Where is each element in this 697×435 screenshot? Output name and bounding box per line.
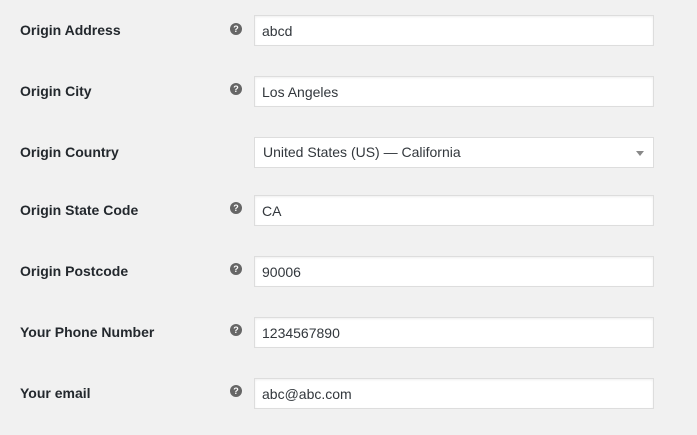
origin-country-label: Origin Country [20, 144, 119, 160]
origin-postcode-input[interactable] [254, 256, 654, 287]
help-icon[interactable]: ? [230, 83, 242, 95]
email-input[interactable] [254, 378, 654, 409]
origin-country-select[interactable]: United States (US) — California [254, 137, 654, 168]
origin-city-input[interactable] [254, 76, 654, 107]
email-label: Your email [20, 385, 91, 401]
help-icon[interactable]: ? [230, 202, 242, 214]
phone-number-input[interactable] [254, 317, 654, 348]
origin-state-code-input[interactable] [254, 195, 654, 226]
help-icon[interactable]: ? [230, 324, 242, 336]
help-icon[interactable]: ? [230, 385, 242, 397]
help-icon[interactable]: ? [230, 263, 242, 275]
chevron-down-icon [636, 151, 644, 156]
origin-country-selected-value: United States (US) — California [263, 144, 461, 160]
origin-city-label: Origin City [20, 83, 92, 99]
help-icon[interactable]: ? [230, 23, 242, 35]
origin-state-code-label: Origin State Code [20, 202, 139, 218]
phone-number-label: Your Phone Number [20, 324, 155, 340]
shipping-origin-form: Origin Address ? Origin City ? Origin Co… [0, 0, 697, 435]
origin-address-label: Origin Address [20, 22, 121, 38]
origin-postcode-label: Origin Postcode [20, 263, 129, 279]
origin-address-input[interactable] [254, 15, 654, 46]
